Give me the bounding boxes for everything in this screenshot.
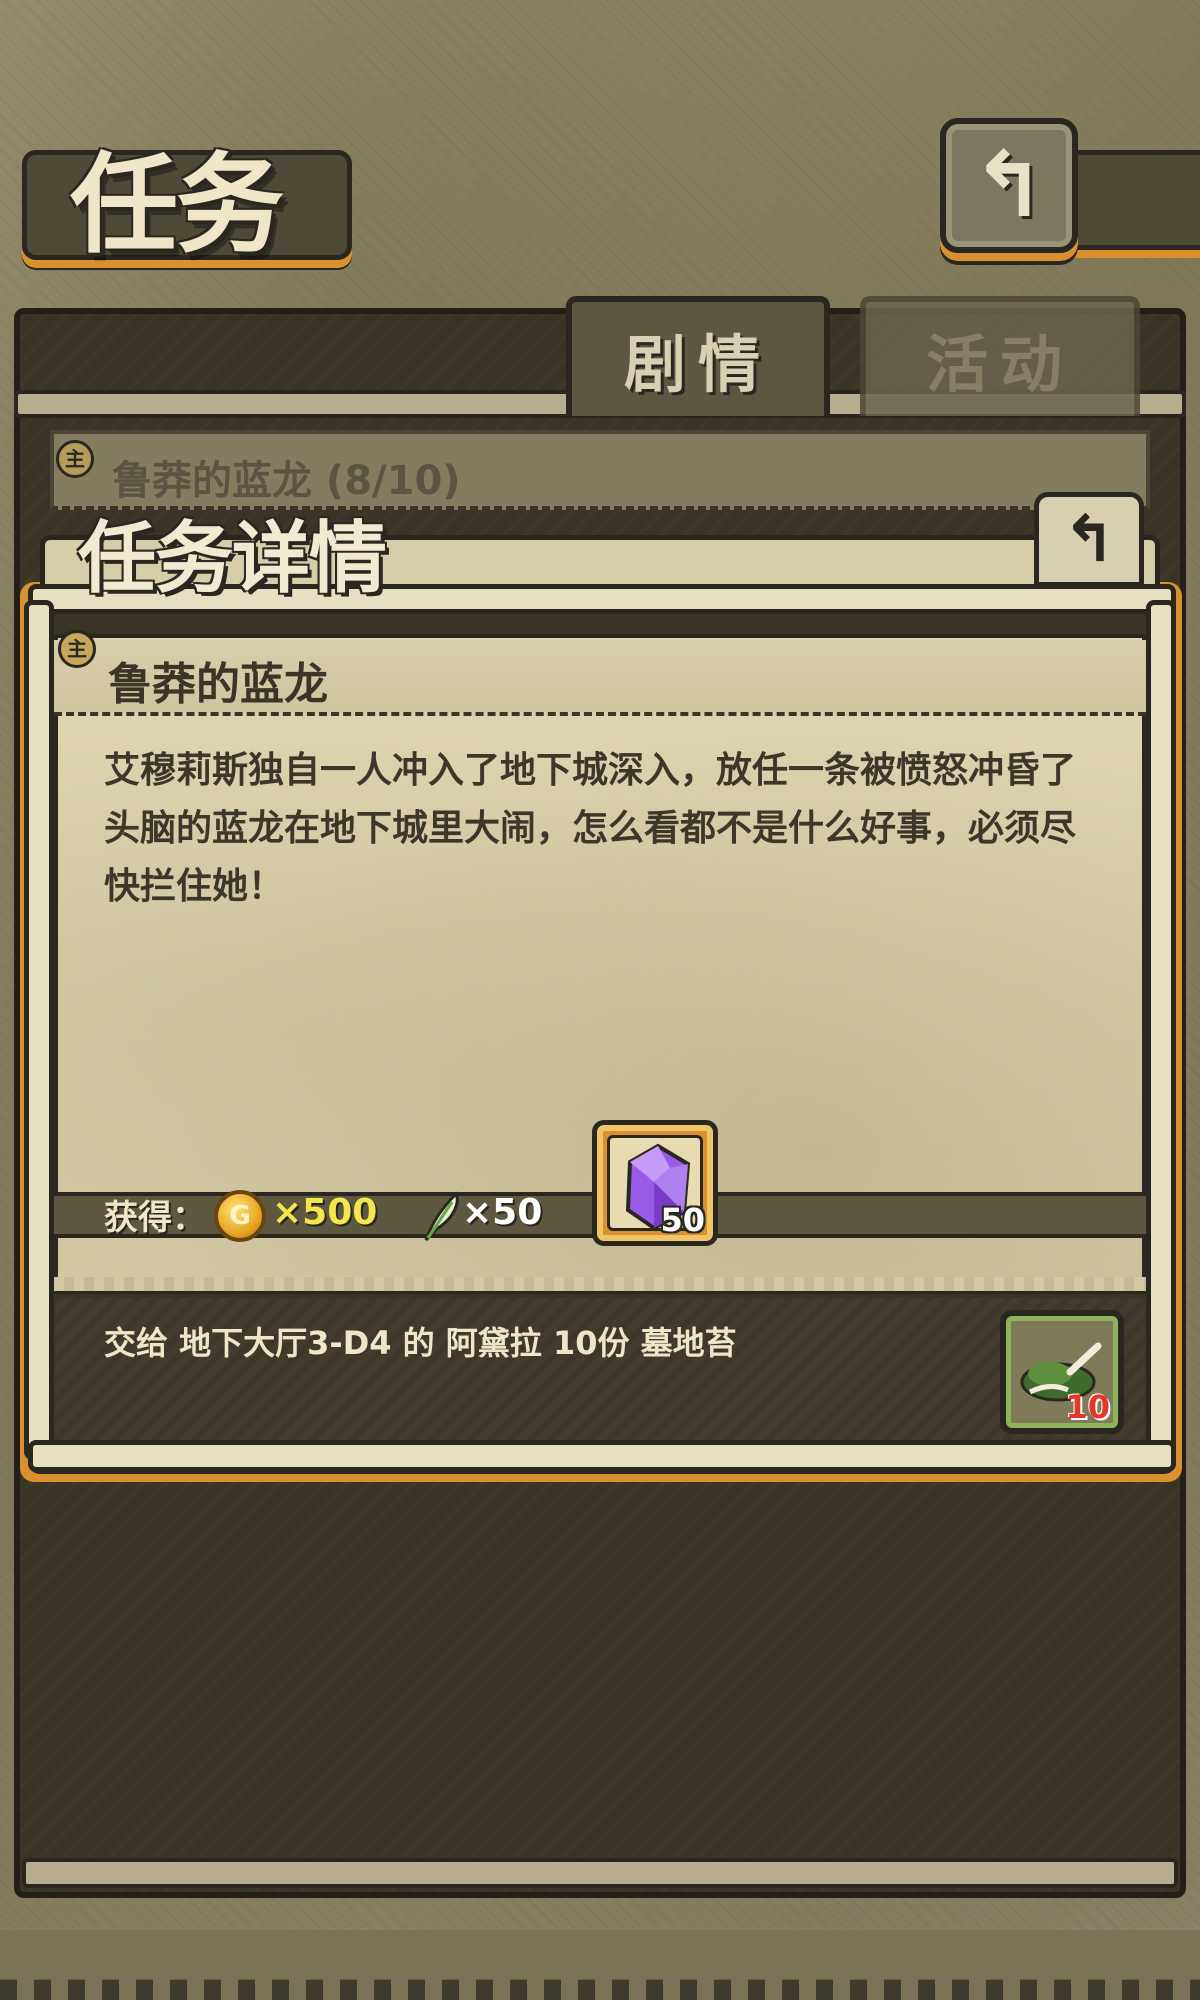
- back-arrow-icon: ↰: [1062, 502, 1116, 577]
- panel-bottom-rail: [22, 1858, 1178, 1888]
- coin-reward-amount: ×500: [272, 1192, 378, 1233]
- dialog-bottom-rail: [28, 1440, 1176, 1472]
- page-title: 任务: [70, 142, 284, 268]
- quest-name: 鲁莽的蓝龙: [108, 659, 328, 710]
- dialog-right-rail: [1146, 600, 1176, 1460]
- gold-coin-icon: G: [214, 1190, 266, 1242]
- main-quest-badge: 主: [58, 630, 96, 668]
- gem-reward-slot[interactable]: 50: [592, 1120, 718, 1246]
- required-item-count: 10: [1065, 1388, 1110, 1426]
- tab-event[interactable]: 活动: [860, 296, 1140, 416]
- feather-icon: [424, 1191, 459, 1242]
- tab-story[interactable]: 剧情: [566, 296, 830, 416]
- back-arrow-icon: ↰: [971, 133, 1047, 238]
- dialog-back-button[interactable]: ↰: [1034, 492, 1144, 587]
- dialog-title: 任务详情: [78, 513, 387, 604]
- main-quest-badge: 主: [56, 440, 94, 478]
- required-item-slot[interactable]: 10: [1000, 1310, 1124, 1434]
- reward-label: 获得：: [104, 1198, 206, 1238]
- bottom-border: [0, 1930, 1200, 2000]
- gem-reward-count: 50: [660, 1201, 705, 1239]
- requirement-text: 交给 地下大厅3-D4 的 阿黛拉 10份 墓地苔: [104, 1324, 737, 1362]
- back-button[interactable]: ↰: [940, 118, 1078, 253]
- quest-description: 艾穆莉斯独自一人冲入了地下城深入，放任一条被愤怒冲昏了头脑的蓝龙在地下城里大闹，…: [104, 750, 1077, 907]
- dialog-left-rail: [24, 600, 54, 1460]
- feather-reward-amount: ×50: [462, 1192, 543, 1233]
- header-strip: [1060, 150, 1200, 250]
